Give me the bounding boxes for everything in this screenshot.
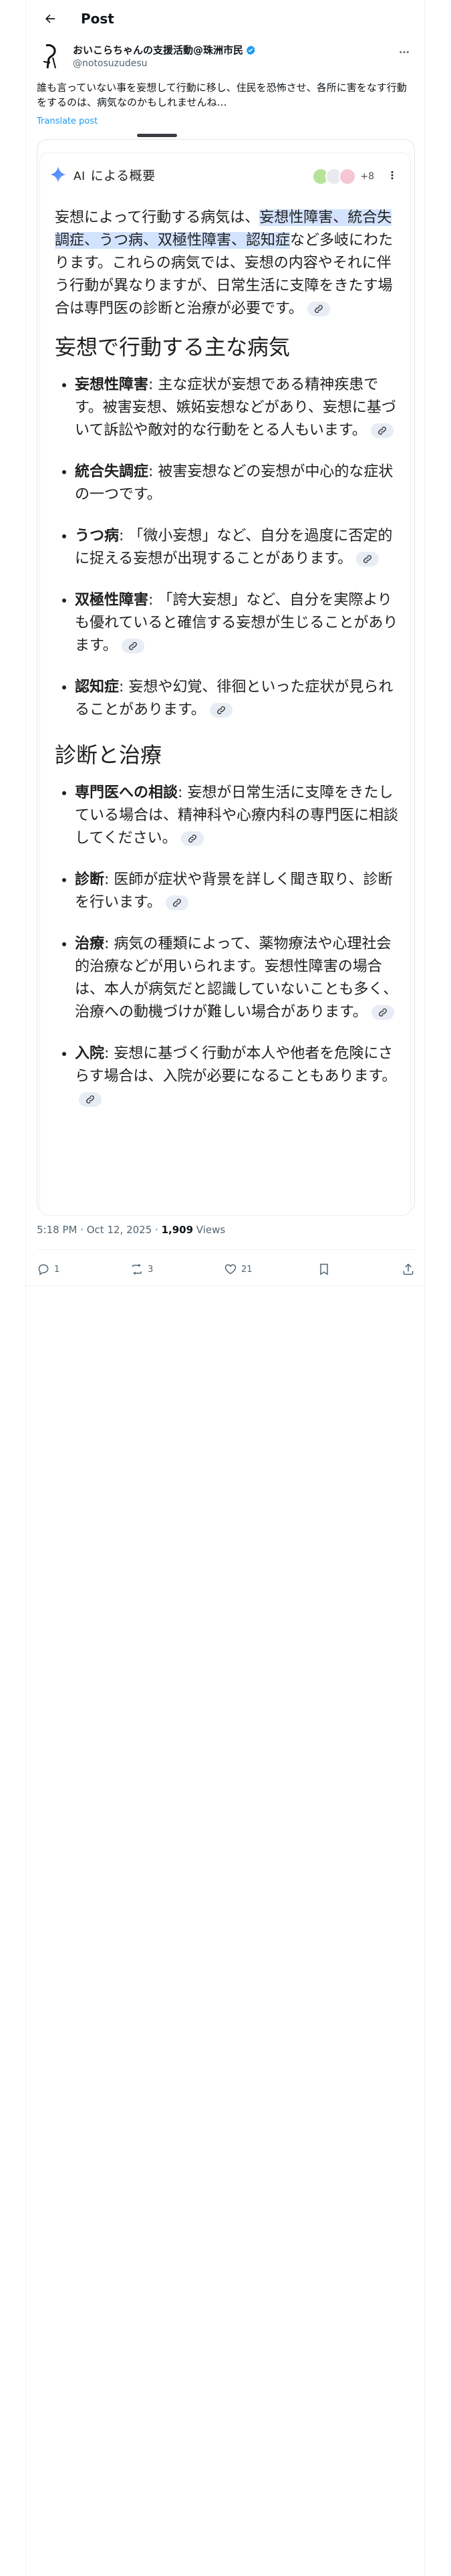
ai-overview-title: AI による概要	[73, 168, 156, 183]
list-item: 統合失調症: 被害妄想などの妄想が中心的な症状の一つです。	[75, 461, 404, 506]
list-item: 認知症: 妄想や幻覚、徘徊といった症状が見られることがあります。	[75, 676, 404, 722]
treatment-list: 専門医への相談: 妄想が日常生活に支障をきたしている場合は、精神科や心療内科の専…	[55, 782, 404, 1111]
view-count: 1,909	[161, 1224, 194, 1236]
share-icon	[403, 1263, 414, 1275]
list-item: 入院: 妄想に基づく行動が本人や他者を危険にさらす場合は、入院が必要になることも…	[75, 1043, 404, 1111]
repost-button[interactable]: 3	[130, 1263, 224, 1276]
repost-icon	[132, 1263, 142, 1275]
link-chip-icon[interactable]	[180, 831, 204, 846]
source-favicon-icon	[339, 168, 357, 185]
list-item: 双極性障害: 「誇大妄想」など、自分を実際よりも優れていると確信する妄想が生じる…	[75, 589, 404, 657]
reply-icon	[38, 1264, 49, 1275]
link-chip-icon[interactable]	[121, 639, 144, 653]
list-item: 診断: 医師が症状や背景を詳しく聞き取り、診断を行います。	[75, 869, 404, 914]
more-options-button[interactable]	[396, 44, 412, 60]
list-item: 専門医への相談: 妄想が日常生活に支障をきたしている場合は、精神科や心療内科の専…	[75, 782, 404, 850]
arrow-left-icon	[45, 14, 55, 23]
author-name[interactable]: おいこらちゃんの支援活動@珠洲市民	[73, 43, 243, 57]
translate-link[interactable]: Translate post	[37, 116, 98, 126]
list-item: うつ病: 「微小妄想」など、自分を過度に否定的に捉える妄想が出現することがありま…	[75, 525, 404, 570]
ai-overview-card: AI による概要 +8 妄想によって行動する病気は、妄想性障害、統合失調症、うつ病…	[39, 152, 411, 1216]
back-button[interactable]	[37, 5, 63, 32]
section-heading: 妄想で行動する主な病気	[55, 334, 291, 360]
list-item: 妄想性障害: 主な症状が妄想である精神疾患です。被害妄想、嫉妬妄想などがあり、妄…	[75, 374, 404, 442]
post-author: おいこらちゃんの支援活動@珠洲市民 @notosuzudesu	[37, 41, 415, 74]
action-bar: 1 3 21	[37, 1256, 415, 1283]
ai-intro-paragraph: 妄想によって行動する病気は、妄想性障害、統合失調症、うつ病、双極性障害、認知症な…	[55, 209, 394, 317]
like-button[interactable]: 21	[224, 1263, 317, 1276]
post-meta: 5:18 PM · Oct 12, 2025 · 1,909 Views	[37, 1224, 226, 1236]
post-text: 誰も言っていない事を妄想して行動に移し、住民を恐怖させ、各所に害をなす行動をする…	[37, 82, 407, 108]
page-title: Post	[81, 11, 114, 27]
ai-more-button[interactable]	[385, 168, 400, 183]
bookmark-icon	[320, 1263, 328, 1275]
more-vertical-icon	[391, 171, 394, 180]
sparkle-icon	[50, 167, 66, 183]
link-chip-icon[interactable]	[370, 423, 394, 438]
divider	[37, 1249, 415, 1250]
post-column: Post おいこらちゃんの支援活動@珠洲市民 @notosuzudesu 誰も言…	[25, 0, 426, 2576]
more-horizontal-icon	[400, 51, 409, 53]
avatar[interactable]	[37, 41, 66, 71]
disease-list: 妄想性障害: 主な症状が妄想である精神疾患です。被害妄想、嫉妬妄想などがあり、妄…	[55, 374, 404, 722]
link-chip-icon[interactable]	[165, 895, 188, 910]
link-chip-icon[interactable]	[356, 552, 380, 566]
post-timestamp[interactable]: 5:18 PM · Oct 12, 2025 ·	[37, 1224, 162, 1236]
section-heading: 診断と治療	[55, 742, 162, 768]
verified-badge-icon	[246, 45, 255, 55]
source-favicons[interactable]: +8	[312, 168, 374, 185]
reply-button[interactable]: 1	[37, 1263, 130, 1276]
link-chip-icon[interactable]	[371, 1005, 394, 1020]
ai-overview-body: 妄想によって行動する病気は、妄想性障害、統合失調症、うつ病、双極性障害、認知症な…	[55, 207, 404, 1130]
link-chip-icon[interactable]	[209, 703, 233, 718]
list-item: 治療: 病気の種類によって、薬物療法や心理社会的治療などが用いられます。妄想性障…	[75, 933, 404, 1024]
share-button[interactable]	[402, 1263, 415, 1276]
bookmark-button[interactable]	[317, 1263, 402, 1276]
drag-handle	[137, 134, 177, 137]
source-count: +8	[360, 171, 374, 182]
link-chip-icon[interactable]	[79, 1092, 102, 1107]
top-bar: Post	[26, 0, 426, 37]
link-chip-icon[interactable]	[307, 302, 330, 316]
heart-icon	[224, 1264, 237, 1275]
ai-overview-header: AI による概要 +8	[49, 163, 404, 187]
author-handle[interactable]: @notosuzudesu	[73, 58, 256, 69]
divider	[26, 1285, 426, 1286]
